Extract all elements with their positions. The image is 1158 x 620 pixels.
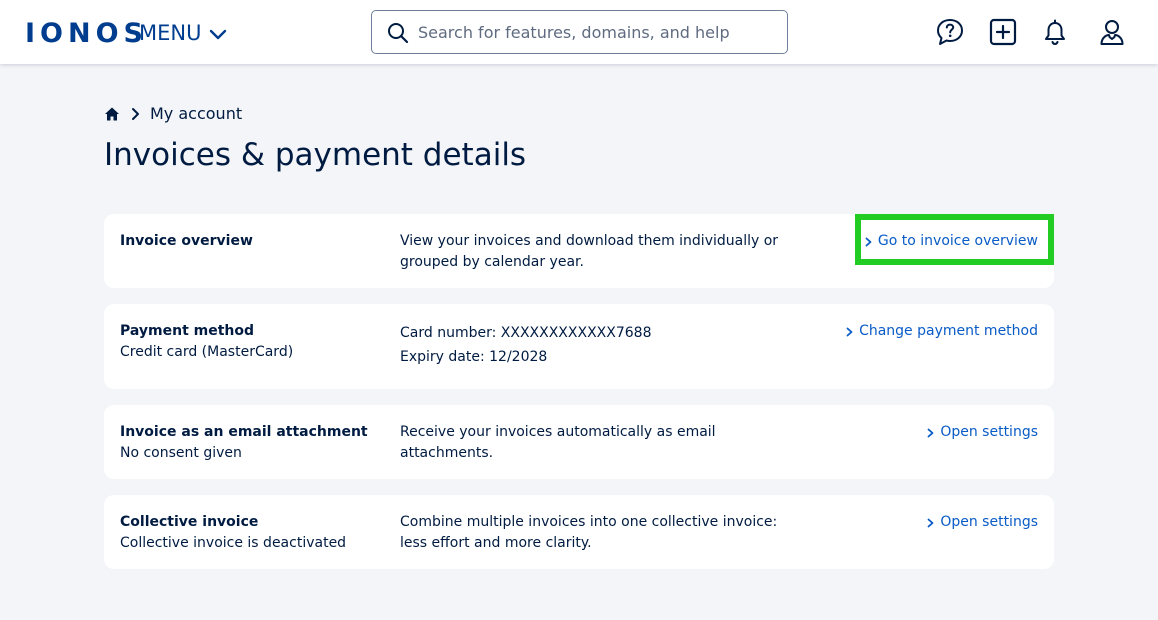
card-label: Invoice as an email attachment No consen…: [120, 422, 390, 464]
email-attachment-card: Invoice as an email attachment No consen…: [104, 405, 1054, 479]
card-title: Payment method: [120, 323, 255, 339]
link-label: Open settings: [940, 514, 1038, 530]
search-icon: [388, 23, 409, 44]
page-title: Invoices & payment details: [104, 137, 527, 173]
card-subtitle: Credit card (MasterCard): [120, 344, 294, 360]
card-title: Invoice overview: [120, 233, 253, 249]
change-payment-method-link[interactable]: Change payment method: [846, 321, 1038, 342]
bell-icon[interactable]: [1040, 17, 1070, 47]
breadcrumb: My account: [104, 104, 242, 124]
user-icon[interactable]: [1097, 17, 1127, 47]
card-description: Combine multiple invoices into one colle…: [400, 514, 778, 551]
payment-method-card: Payment method Credit card (MasterCard) …: [104, 304, 1054, 389]
card-description: View your invoices and download them ind…: [400, 233, 779, 270]
breadcrumb-my-account[interactable]: My account: [150, 104, 242, 124]
open-settings-link[interactable]: Open settings: [927, 512, 1038, 533]
collective-invoice-card: Collective invoice Collective invoice is…: [104, 495, 1054, 569]
menu-button[interactable]: MENU: [139, 19, 227, 47]
link-label: Change payment method: [859, 323, 1038, 339]
chevron-right-icon: [927, 518, 934, 527]
link-label: Open settings: [940, 424, 1038, 440]
help-icon[interactable]: [935, 17, 965, 47]
menu-label: MENU: [139, 21, 202, 45]
add-icon[interactable]: [988, 17, 1018, 47]
card-label: Payment method Credit card (MasterCard): [120, 321, 390, 363]
card-details: Card number: XXXXXXXXXXXX7688 Expiry dat…: [400, 321, 780, 369]
search-box[interactable]: [371, 10, 788, 54]
card-subtitle: No consent given: [120, 445, 242, 461]
card-description: Receive your invoices automatically as e…: [400, 424, 716, 461]
card-expiry: Expiry date: 12/2028: [400, 349, 548, 365]
card-subtitle: Collective invoice is deactivated: [120, 535, 347, 551]
card-title: Invoice as an email attachment: [120, 424, 368, 440]
chevron-down-icon: [210, 29, 227, 39]
card-label: Collective invoice Collective invoice is…: [120, 512, 390, 554]
ionos-logo[interactable]: IONOS: [25, 19, 148, 49]
top-bar: IONOS MENU: [0, 0, 1158, 64]
search-input[interactable]: [418, 11, 778, 53]
card-number: Card number: XXXXXXXXXXXX7688: [400, 325, 652, 341]
chevron-right-icon: [927, 428, 934, 437]
card-title: Collective invoice: [120, 514, 259, 530]
home-icon[interactable]: [104, 106, 120, 122]
chevron-right-icon: [846, 327, 853, 336]
card-label: Invoice overview: [120, 231, 390, 252]
highlight-box: [855, 214, 1054, 265]
chevron-right-icon: [132, 108, 139, 120]
open-settings-link[interactable]: Open settings: [927, 422, 1038, 443]
